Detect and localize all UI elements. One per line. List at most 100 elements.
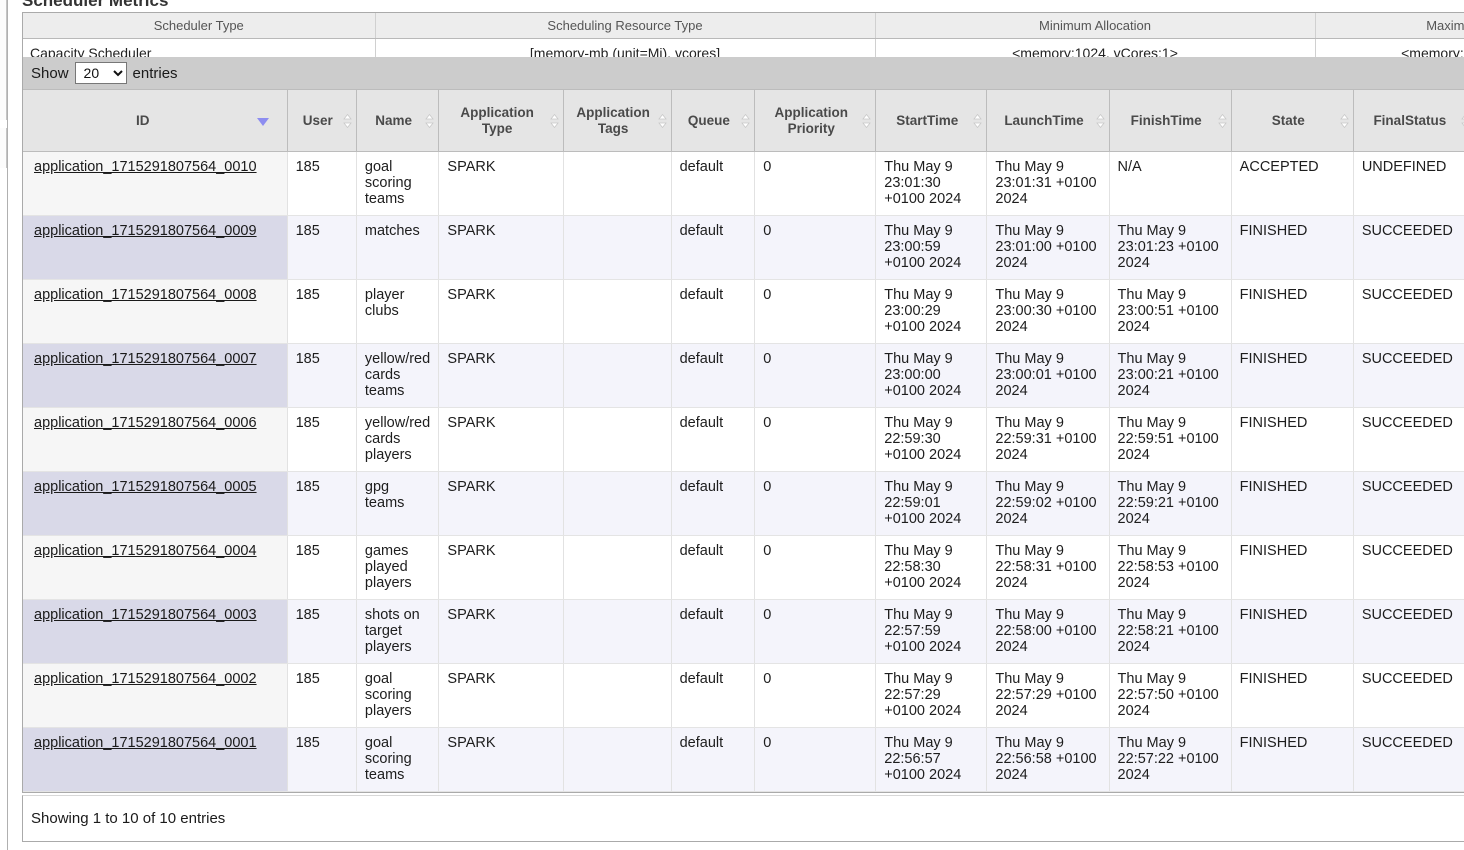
cell-finalstatus: UNDEFINED: [1353, 151, 1464, 216]
cell-launchtime: Thu May 9 23:01:00 +0100 2024: [986, 215, 1110, 280]
cell-user: 185: [287, 727, 357, 792]
application-id-link[interactable]: application_1715291807564_0001: [34, 735, 257, 751]
table-row: application_1715291807564_0007 185 yellow/…: [23, 343, 1464, 408]
cell-application-tags: [563, 471, 672, 536]
cell-application-priority: 0: [754, 279, 877, 344]
cell-id[interactable]: application_1715291807564_0004: [23, 535, 288, 600]
sidebar-panel-bottom: [0, 128, 7, 168]
cell-name: player clubs: [356, 279, 440, 344]
cell-application-tags: [563, 663, 672, 728]
cell-starttime: Thu May 9 22:58:30 +0100 2024: [875, 535, 988, 600]
table-row: application_1715291807564_0005 185 gpg tea…: [23, 471, 1464, 536]
cell-finishtime: Thu May 9 22:58:21 +0100 2024: [1109, 599, 1232, 664]
cell-name: yellow/red cards players: [356, 407, 440, 472]
cell-id[interactable]: application_1715291807564_0003: [23, 599, 288, 664]
col-user[interactable]: User: [287, 89, 357, 152]
sort-diamond-icon: [343, 113, 352, 128]
cell-application-type: SPARK: [438, 599, 564, 664]
col-application-tags[interactable]: Application Tags: [563, 89, 672, 152]
cell-user: 185: [287, 599, 357, 664]
application-id-link[interactable]: application_1715291807564_0009: [34, 223, 257, 239]
cell-id[interactable]: application_1715291807564_0007: [23, 343, 288, 408]
col-id[interactable]: ID: [23, 89, 288, 152]
table-row: application_1715291807564_0008 185 player …: [23, 279, 1464, 344]
application-id-link[interactable]: application_1715291807564_0002: [34, 671, 257, 687]
cell-application-priority: 0: [754, 343, 877, 408]
col-starttime[interactable]: StartTime: [875, 89, 988, 152]
application-id-link[interactable]: application_1715291807564_0004: [34, 543, 257, 559]
cell-id[interactable]: application_1715291807564_0008: [23, 279, 288, 344]
table-row: application_1715291807564_0009 185 matches…: [23, 215, 1464, 280]
cell-application-type: SPARK: [438, 663, 564, 728]
sort-diamond-icon: [657, 113, 667, 128]
col-application-priority[interactable]: Application Priority: [754, 89, 877, 152]
cell-application-priority: 0: [754, 215, 877, 280]
yarn-applications-page: Scheduler Metrics Scheduler Type Schedul…: [0, 0, 1464, 850]
cell-state: FINISHED: [1231, 599, 1354, 664]
col-minimum-allocation: Minimum Allocation: [875, 13, 1316, 39]
col-launchtime-label: LaunchTime: [1004, 112, 1084, 128]
cell-finishtime: Thu May 9 22:57:22 +0100 2024: [1109, 727, 1232, 792]
cell-application-tags: [563, 535, 672, 600]
col-finishtime[interactable]: FinishTime: [1109, 89, 1232, 152]
cell-id[interactable]: application_1715291807564_0006: [23, 407, 288, 472]
cell-id[interactable]: application_1715291807564_0005: [23, 471, 288, 536]
cell-id[interactable]: application_1715291807564_0002: [23, 663, 288, 728]
col-name-label: Name: [375, 112, 413, 128]
cell-state: FINISHED: [1231, 535, 1354, 600]
cell-application-type: SPARK: [438, 407, 564, 472]
cell-starttime: Thu May 9 23:00:00 +0100 2024: [875, 343, 988, 408]
cell-application-tags: [563, 279, 672, 344]
cell-finalstatus: SUCCEEDED: [1353, 599, 1464, 664]
application-id-link[interactable]: application_1715291807564_0007: [34, 351, 257, 367]
cell-application-tags: [563, 599, 672, 664]
cell-starttime: Thu May 9 23:00:59 +0100 2024: [875, 215, 988, 280]
cell-finalstatus: SUCCEEDED: [1353, 343, 1464, 408]
cell-application-type: SPARK: [438, 279, 564, 344]
application-id-link[interactable]: application_1715291807564_0005: [34, 479, 257, 495]
col-application-type[interactable]: Application Type: [438, 89, 564, 152]
application-id-link[interactable]: application_1715291807564_0003: [34, 607, 257, 623]
cell-id[interactable]: application_1715291807564_0009: [23, 215, 288, 280]
cell-launchtime: Thu May 9 22:59:31 +0100 2024: [986, 407, 1110, 472]
cell-finalstatus: SUCCEEDED: [1353, 535, 1464, 600]
cell-starttime: Thu May 9 22:59:30 +0100 2024: [875, 407, 988, 472]
col-application-type-label: Application Type: [460, 104, 534, 136]
cell-name: goal scoring players: [356, 663, 440, 728]
cell-finalstatus: SUCCEEDED: [1353, 663, 1464, 728]
cell-application-priority: 0: [754, 151, 877, 216]
col-finalstatus-label: FinalStatus: [1373, 112, 1447, 128]
cell-finalstatus: SUCCEEDED: [1353, 279, 1464, 344]
cell-application-tags: [563, 407, 672, 472]
col-application-priority-label: Application Priority: [774, 104, 848, 136]
application-id-link[interactable]: application_1715291807564_0010: [34, 159, 257, 175]
cell-id[interactable]: application_1715291807564_0010: [23, 151, 288, 216]
col-state[interactable]: State: [1231, 89, 1354, 152]
cell-launchtime: Thu May 9 23:00:01 +0100 2024: [986, 343, 1110, 408]
cell-application-priority: 0: [754, 727, 877, 792]
cell-application-type: SPARK: [438, 727, 564, 792]
table-row: application_1715291807564_0006 185 yellow/…: [23, 407, 1464, 472]
application-id-link[interactable]: application_1715291807564_0006: [34, 415, 257, 431]
cell-id[interactable]: application_1715291807564_0001: [23, 727, 288, 792]
cell-state: FINISHED: [1231, 215, 1354, 280]
cell-starttime: Thu May 9 23:01:30 +0100 2024: [875, 151, 988, 216]
application-id-link[interactable]: application_1715291807564_0008: [34, 287, 257, 303]
col-queue[interactable]: Queue: [671, 89, 756, 152]
entries-per-page-select[interactable]: 20406080100: [74, 62, 127, 84]
page-title: Scheduler Metrics: [22, 0, 169, 10]
cell-starttime: Thu May 9 23:00:29 +0100 2024: [875, 279, 988, 344]
cell-application-type: SPARK: [438, 471, 564, 536]
datatable-info-bar: Showing 1 to 10 of 10 entries: [22, 795, 1464, 842]
sort-diamond-icon: [741, 113, 751, 128]
cell-queue: default: [671, 343, 756, 408]
col-launchtime[interactable]: LaunchTime: [986, 89, 1110, 152]
cell-starttime: Thu May 9 22:56:57 +0100 2024: [875, 727, 988, 792]
col-finalstatus[interactable]: FinalStatus: [1353, 89, 1464, 152]
col-maximum-allocation: Maximum Allocation: [1315, 13, 1464, 39]
sort-diamond-icon: [1339, 113, 1349, 128]
cell-launchtime: Thu May 9 22:59:02 +0100 2024: [986, 471, 1110, 536]
col-name[interactable]: Name: [356, 89, 440, 152]
cell-user: 185: [287, 407, 357, 472]
cell-user: 185: [287, 535, 357, 600]
